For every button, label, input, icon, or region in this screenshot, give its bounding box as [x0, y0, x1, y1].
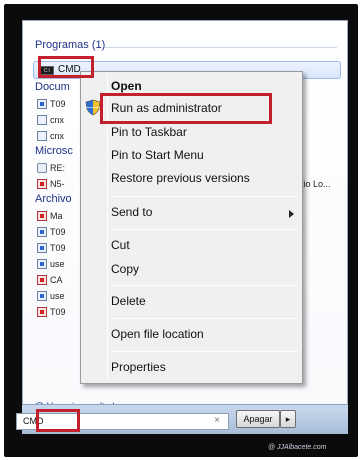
- file-icon: [37, 115, 47, 125]
- menu-separator: [111, 285, 298, 286]
- watermark: @ JJAlbacete.com: [268, 444, 327, 451]
- submenu-arrow-icon: [289, 210, 294, 218]
- menu-item-open[interactable]: Open: [111, 79, 142, 93]
- result-item-arch-4[interactable]: use: [37, 257, 65, 271]
- menu-item-copy[interactable]: Copy: [111, 262, 139, 276]
- result-item-arch-7[interactable]: T09: [37, 305, 66, 319]
- microsoft-section-header: Microsc: [35, 145, 73, 157]
- menu-separator: [111, 351, 298, 352]
- word-doc-icon: [37, 227, 47, 237]
- pdf-icon: [37, 275, 47, 285]
- programs-section-header: Programas (1): [35, 39, 106, 51]
- result-item-pdf-1[interactable]: N5-: [37, 177, 65, 191]
- result-item-mail[interactable]: RE:: [37, 161, 65, 175]
- menu-separator: [111, 318, 298, 319]
- highlight-box-run-as-admin: [100, 93, 272, 124]
- pdf-icon: [37, 307, 47, 317]
- word-doc-icon: [37, 99, 47, 109]
- word-doc-icon: [37, 259, 47, 269]
- word-doc-icon: [37, 291, 47, 301]
- archive-section-header: Archivo: [35, 193, 72, 205]
- menu-item-restore-versions[interactable]: Restore previous versions: [111, 171, 250, 185]
- menu-item-pin-taskbar[interactable]: Pin to Taskbar: [111, 125, 187, 139]
- clear-search-icon[interactable]: ×: [214, 415, 220, 426]
- menu-separator: [111, 229, 298, 230]
- file-icon: [37, 131, 47, 141]
- mail-icon: [37, 163, 47, 173]
- shutdown-options-button[interactable]: ▸: [280, 410, 296, 428]
- result-item-arch-6[interactable]: use: [37, 289, 65, 303]
- menu-item-open-location[interactable]: Open file location: [111, 327, 204, 341]
- highlight-box-search-input: [36, 409, 80, 432]
- result-item-arch-5[interactable]: CA: [37, 273, 63, 287]
- result-item-arch-1[interactable]: Ma: [37, 209, 63, 223]
- result-item-doc-1[interactable]: T09: [37, 97, 66, 111]
- menu-item-delete[interactable]: Delete: [111, 294, 146, 308]
- highlight-box-cmd-result: [38, 56, 94, 78]
- word-doc-icon: [37, 243, 47, 253]
- menu-item-cut[interactable]: Cut: [111, 238, 130, 252]
- menu-item-pin-start[interactable]: Pin to Start Menu: [111, 148, 204, 162]
- result-item-doc-2[interactable]: cnx: [37, 113, 64, 127]
- result-item-doc-3[interactable]: cnx: [37, 129, 64, 143]
- result-item-arch-2[interactable]: T09: [37, 225, 66, 239]
- result-item-arch-3[interactable]: T09: [37, 241, 66, 255]
- menu-item-send-to[interactable]: Send to: [111, 205, 152, 219]
- section-divider: [105, 47, 337, 48]
- shutdown-button[interactable]: Apagar: [236, 410, 280, 428]
- uac-shield-icon: [85, 99, 101, 116]
- pdf-icon: [37, 211, 47, 221]
- pdf-icon: [37, 179, 47, 189]
- documents-section-header: Docum: [35, 81, 70, 93]
- menu-separator: [111, 196, 298, 197]
- truncated-result-text: tio Lo...: [301, 179, 331, 189]
- menu-item-properties[interactable]: Properties: [111, 360, 166, 374]
